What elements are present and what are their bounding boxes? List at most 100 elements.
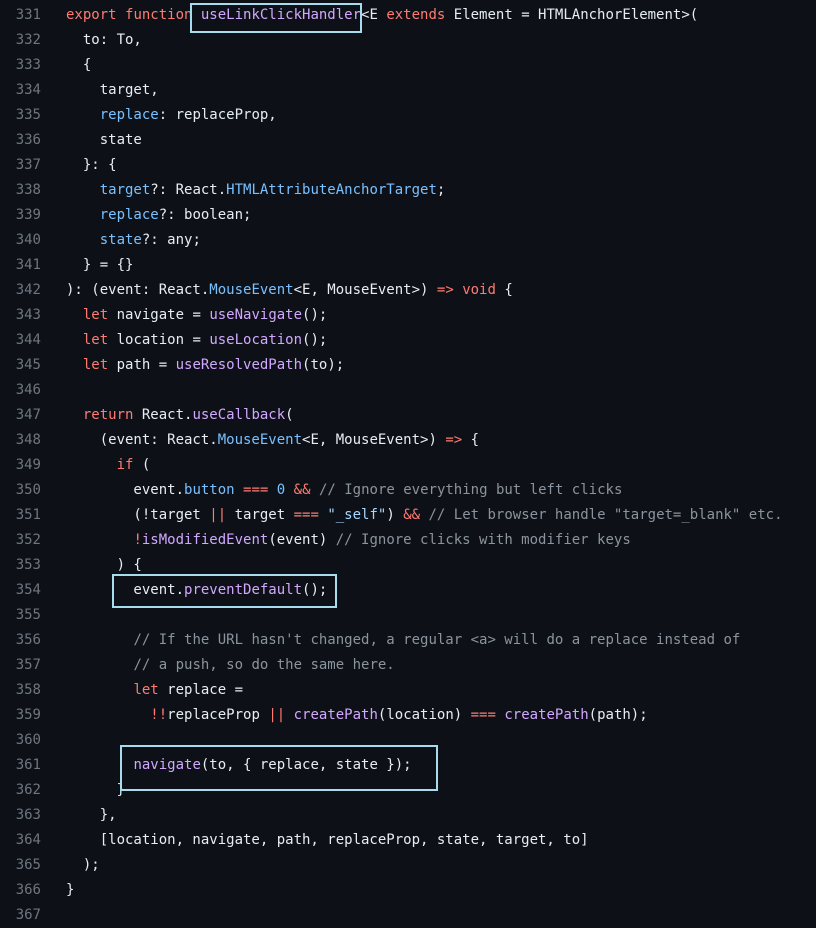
code-token: ); (66, 857, 100, 873)
line-number[interactable]: 344 (0, 328, 41, 353)
line-number[interactable]: 331 (0, 3, 41, 28)
line-number[interactable]: 360 (0, 728, 41, 753)
code-token: replaceProp (167, 707, 269, 723)
code-token: ) (386, 507, 404, 523)
code-token: { (462, 432, 480, 448)
code-token: 0 (276, 482, 286, 498)
code-token: { (495, 282, 513, 298)
code-token: event. (66, 482, 185, 498)
code-text: (event: React.MouseEvent<E, MouseEvent>)… (66, 428, 479, 453)
code-token: // a push, so do the same here. (133, 657, 395, 673)
line-number[interactable]: 348 (0, 428, 41, 453)
line-number[interactable]: 332 (0, 28, 41, 53)
code-line: 333 { (0, 53, 816, 78)
line-number[interactable]: 358 (0, 678, 41, 703)
code-token: useCallback (192, 407, 286, 423)
code-token: HTMLAttributeAnchorTarget (226, 182, 437, 198)
code-line: 339 replace?: boolean; (0, 203, 816, 228)
code-text: }: { (66, 153, 117, 178)
line-number[interactable]: 351 (0, 503, 41, 528)
code-line: 346 (0, 378, 816, 403)
line-number[interactable]: 365 (0, 853, 41, 878)
line-number[interactable]: 345 (0, 353, 41, 378)
code-token: useNavigate (209, 307, 303, 323)
code-token: || (209, 507, 227, 523)
code-line: 363 }, (0, 803, 816, 828)
code-text: replace: replaceProp, (66, 103, 277, 128)
line-number[interactable]: 354 (0, 578, 41, 603)
line-number[interactable]: 340 (0, 228, 41, 253)
code-token: target (226, 507, 294, 523)
line-number[interactable]: 353 (0, 553, 41, 578)
line-number[interactable]: 333 (0, 53, 41, 78)
code-line: 337 }: { (0, 153, 816, 178)
code-line: 343 let navigate = useNavigate(); (0, 303, 816, 328)
line-number[interactable]: 338 (0, 178, 41, 203)
line-number[interactable]: 356 (0, 628, 41, 653)
line-number[interactable]: 349 (0, 453, 41, 478)
line-number[interactable]: 359 (0, 703, 41, 728)
line-number[interactable]: 364 (0, 828, 41, 853)
code-line: 354 event.preventDefault(); (0, 578, 816, 603)
code-token: navigate (133, 757, 201, 773)
code-text: navigate(to, { replace, state }); (66, 753, 411, 778)
line-number[interactable]: 362 (0, 778, 41, 803)
code-text: let location = useLocation(); (66, 328, 327, 353)
code-token: // Ignore everything but left clicks (318, 482, 623, 498)
code-token: }, (66, 807, 117, 823)
code-token: ?: any; (141, 232, 201, 248)
code-token: <E, MouseEvent>) (293, 282, 437, 298)
code-token: replace = (158, 682, 244, 698)
code-token: } (66, 882, 75, 898)
code-token: target, (66, 82, 159, 98)
code-line: 367 (0, 903, 816, 928)
code-token: isModifiedEvent (141, 532, 269, 548)
line-number[interactable]: 343 (0, 303, 41, 328)
line-number[interactable]: 355 (0, 603, 41, 628)
line-number[interactable]: 336 (0, 128, 41, 153)
code-line: 364 [location, navigate, path, replacePr… (0, 828, 816, 853)
code-token: target (99, 182, 151, 198)
code-text: let navigate = useNavigate(); (66, 303, 327, 328)
code-line: 349 if ( (0, 453, 816, 478)
code-token: MouseEvent (217, 432, 303, 448)
line-number[interactable]: 339 (0, 203, 41, 228)
line-number[interactable]: 342 (0, 278, 41, 303)
code-token: createPath (504, 707, 589, 723)
line-number[interactable]: 337 (0, 153, 41, 178)
line-number[interactable]: 361 (0, 753, 41, 778)
code-line: 359 !!replaceProp || createPath(location… (0, 703, 816, 728)
line-number[interactable]: 346 (0, 378, 41, 403)
code-text: !!replaceProp || createPath(location) ==… (66, 703, 647, 728)
code-token: !! (150, 707, 168, 723)
code-token: preventDefault (184, 582, 303, 598)
code-token: ?: React. (150, 182, 227, 198)
line-number[interactable]: 367 (0, 903, 41, 928)
line-number[interactable]: 335 (0, 103, 41, 128)
line-number[interactable]: 334 (0, 78, 41, 103)
line-number[interactable]: 350 (0, 478, 41, 503)
code-text: [location, navigate, path, replaceProp, … (66, 828, 589, 853)
code-token: let (82, 332, 109, 348)
code-text: } (66, 778, 125, 803)
line-number[interactable]: 341 (0, 253, 41, 278)
code-text: state?: any; (66, 228, 201, 253)
line-number[interactable]: 366 (0, 878, 41, 903)
line-number[interactable]: 363 (0, 803, 41, 828)
line-number[interactable]: 352 (0, 528, 41, 553)
code-text: event.preventDefault(); (66, 578, 327, 603)
code-text: { (66, 53, 91, 78)
line-number[interactable]: 347 (0, 403, 41, 428)
code-token: && (403, 507, 421, 523)
code-line: 361 navigate(to, { replace, state }); (0, 753, 816, 778)
code-line: 365 ); (0, 853, 816, 878)
code-token: => (445, 432, 463, 448)
line-number[interactable]: 357 (0, 653, 41, 678)
code-token: useLocation (209, 332, 303, 348)
code-token: (event) (268, 532, 336, 548)
